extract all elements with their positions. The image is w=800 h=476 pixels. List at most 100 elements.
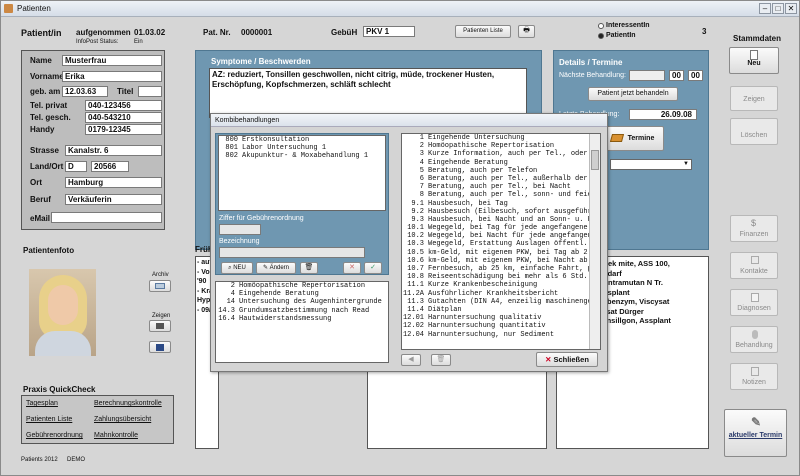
- list-item[interactable]: 14.3 Grundumsatzbestimmung nach Read: [216, 307, 388, 315]
- list-item[interactable]: 5 Beratung, auch per Telefon: [402, 167, 600, 175]
- list-item[interactable]: 12.04 Harnuntersuchung, nur Sediment: [402, 331, 600, 339]
- plz-field[interactable]: 20566: [91, 161, 129, 172]
- list-item-text: Homöopathische Repertorisation: [239, 282, 366, 290]
- email-field[interactable]: [51, 212, 162, 223]
- link-zahlungsuebersicht[interactable]: Zahlungsübersicht: [94, 416, 151, 423]
- termine-button[interactable]: Termine: [604, 126, 664, 151]
- list-item[interactable]: 2 Homöopathische Repertorisation: [402, 142, 600, 150]
- list-item[interactable]: 10.5 km-Geld, mit eigenem PKW, bei Tag ab…: [402, 249, 600, 257]
- vorname-field[interactable]: Erika: [62, 71, 162, 82]
- kombi-bottom-list[interactable]: 2 Homöopathische Repertorisation 4 Eingehe…: [215, 281, 389, 363]
- list-item[interactable]: 11.4 Diätplan: [402, 306, 600, 314]
- titel-field[interactable]: [138, 86, 162, 97]
- archiv-button[interactable]: [149, 280, 171, 292]
- list-item[interactable]: 11.1 Kurze Krankenbescheinigung: [402, 281, 600, 289]
- delete-button[interactable]: Löschen: [730, 118, 778, 145]
- details-dropdown[interactable]: ▼: [610, 159, 692, 170]
- tel-privat-field[interactable]: 040-123456: [85, 100, 162, 111]
- list-item[interactable]: 16.4 Hautwiderstandsmessung: [216, 315, 388, 323]
- confirm-icon[interactable]: ✓: [364, 262, 382, 274]
- close-icon[interactable]: ✕: [785, 3, 797, 14]
- treat-now-button[interactable]: Patient jetzt behandeln: [588, 87, 678, 101]
- list-item[interactable]: 7 Beratung, auch per Tel., bei Nacht: [402, 183, 600, 191]
- geb-field[interactable]: 12.03.63: [62, 86, 108, 97]
- scrollbar-thumb[interactable]: [591, 150, 599, 170]
- land-field[interactable]: D: [65, 161, 87, 172]
- list-item[interactable]: 10.3 Wegegeld, Erstattung Auslagen öffent…: [402, 240, 600, 248]
- ort-field[interactable]: Hamburg: [65, 177, 162, 188]
- list-item[interactable]: 12.02 Harnuntersuchung quantitativ: [402, 322, 600, 330]
- scrollbar[interactable]: [589, 134, 600, 349]
- aendern-button[interactable]: ✎ Ändern: [256, 262, 296, 274]
- list-item[interactable]: 800 Erstkonsultation: [219, 136, 385, 144]
- beruf-field[interactable]: Verkäuferin: [65, 194, 162, 205]
- ziffer-field[interactable]: [219, 224, 261, 235]
- link-berechnungskontrolle[interactable]: Berechnungskontrolle: [94, 400, 162, 407]
- next-hour[interactable]: 00: [669, 70, 684, 81]
- list-item[interactable]: 4 Eingehende Beratung: [402, 159, 600, 167]
- link-mahnkontrolle[interactable]: Mahnkontrolle: [94, 432, 138, 439]
- notes-button[interactable]: Notizen: [730, 363, 778, 390]
- land-label: Land/Ort: [30, 162, 64, 171]
- radio-patient[interactable]: [598, 33, 604, 39]
- bezeichnung-field[interactable]: [219, 247, 365, 258]
- next-minute[interactable]: 00: [688, 70, 703, 81]
- list-item[interactable]: 9.1 Hausbesuch, bei Tag: [402, 200, 600, 208]
- show-button[interactable]: Zeigen: [730, 86, 778, 111]
- treatment-button[interactable]: Behandlung: [730, 326, 778, 353]
- list-item[interactable]: 11.2A Ausführlicher Krankheitsbericht: [402, 290, 600, 298]
- gebuehr-field[interactable]: PKV 1: [363, 26, 415, 37]
- next-treatment-date[interactable]: [629, 70, 665, 81]
- list-item[interactable]: 10.6 km-Geld, mit eigenem PKW, bei Nacht …: [402, 257, 600, 265]
- print-button[interactable]: 🖶: [518, 25, 535, 38]
- delete-kombi-button[interactable]: 🗑: [300, 262, 318, 274]
- list-item[interactable]: 9.3 Hausbesuch, bei Nacht und an Sonn- u.…: [402, 216, 600, 224]
- name-field[interactable]: Musterfrau: [62, 55, 162, 66]
- list-item[interactable]: 11.3 Gutachten (DIN A4, enzeilig maschine…: [402, 298, 600, 306]
- strasse-field[interactable]: Kanalstr. 6: [65, 145, 162, 156]
- patient-list-button[interactable]: Patienten Liste: [455, 25, 511, 38]
- list-item[interactable]: 2 Homöopathische Repertorisation: [216, 282, 388, 290]
- kombi-top-list[interactable]: 800 Erstkonsultation 801 Labor Untersuchun…: [218, 135, 386, 211]
- radio-interessent[interactable]: [598, 23, 604, 29]
- symptome-textarea[interactable]: AZ: reduziert, Tonsillen geschwollen, ni…: [209, 68, 527, 118]
- maximize-icon[interactable]: □: [772, 3, 784, 14]
- list-item[interactable]: 10.7 Fernbesuch, ab 25 km, einfache Fahrt…: [402, 265, 600, 273]
- last-treatment-date[interactable]: 26.09.08: [629, 109, 697, 120]
- list-item[interactable]: 801 Labor Untersuchung 1: [219, 144, 385, 152]
- close-dialog-button[interactable]: ✕ Schließen: [536, 352, 598, 367]
- list-item[interactable]: 6 Beratung, auch per Tel., außerhalb der …: [402, 175, 600, 183]
- new-button[interactable]: Neu: [729, 47, 779, 74]
- list-item[interactable]: 3 Kurze Information, auch per Tel., oder …: [402, 150, 600, 158]
- diagnoses-button[interactable]: Diagnosen: [730, 289, 778, 316]
- zeigen-photo-button[interactable]: [149, 320, 171, 332]
- current-term-button[interactable]: ✎ aktueller Termin: [724, 409, 787, 457]
- diagnoses-button-label: Diagnosen: [737, 305, 771, 312]
- list-item[interactable]: 4 Eingehende Beratung: [216, 290, 388, 298]
- details-title: Details / Termine: [559, 58, 623, 67]
- list-item[interactable]: 802 Akupunktur- & Moxabehandlung 1: [219, 152, 385, 160]
- contacts-button[interactable]: Kontakte: [730, 252, 778, 279]
- save-photo-button[interactable]: [149, 341, 171, 353]
- cancel-icon[interactable]: ✕: [343, 262, 361, 274]
- list-item[interactable]: 10.1 Wegegeld, bei Tag für jede angefange…: [402, 224, 600, 232]
- handy-field[interactable]: 0179-12345: [85, 124, 162, 135]
- tel-gesch-field[interactable]: 040-543210: [85, 112, 162, 123]
- link-patienten-liste[interactable]: Patienten Liste: [26, 416, 72, 423]
- list-item[interactable]: 9.2 Hausbesuch (Eilbesuch, sofort ausgefü…: [402, 208, 600, 216]
- list-item[interactable]: 1 Eingehende Untersuchung: [402, 134, 600, 142]
- minimize-icon[interactable]: –: [759, 3, 771, 14]
- prev-icon[interactable]: ◀: [401, 354, 421, 366]
- list-item[interactable]: 8 Beratung, auch per Tel., sonn- und feie…: [402, 191, 600, 199]
- delete-list-button[interactable]: 🗑: [431, 354, 451, 366]
- finance-button[interactable]: $ Finanzen: [730, 215, 778, 242]
- list-item[interactable]: 10.8 Reiseentschädigung bei mehr als 6 St…: [402, 273, 600, 281]
- gebuehr-list[interactable]: 1 Eingehende Untersuchung 2 Homöopathische …: [401, 133, 601, 350]
- current-term-button-label: aktueller Termin: [728, 432, 783, 439]
- list-item[interactable]: 12.01 Harnuntersuchung qualitativ: [402, 314, 600, 322]
- link-gebuehrenordnung[interactable]: Gebührenordnung: [26, 432, 83, 439]
- list-item[interactable]: 14 Untersuchung des Augenhintergrunde: [216, 298, 388, 306]
- list-item[interactable]: 10.2 Wegegeld, bei Nacht für jede angefan…: [402, 232, 600, 240]
- neu-button[interactable]: ⌕ NEU: [221, 262, 253, 274]
- link-tagesplan[interactable]: Tagesplan: [26, 400, 58, 407]
